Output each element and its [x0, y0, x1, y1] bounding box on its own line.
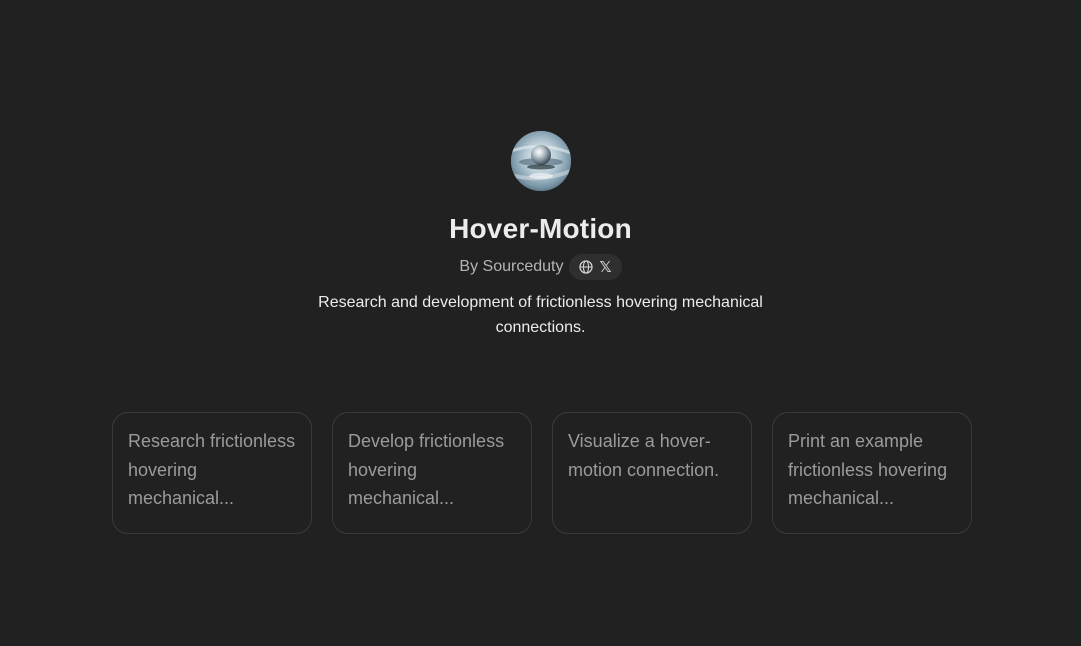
- conversation-starter[interactable]: Print an example frictionless hovering m…: [772, 412, 972, 534]
- conversation-starter[interactable]: Develop frictionless hovering mechanical…: [332, 412, 532, 534]
- conversation-starters: Research frictionless hovering mechanica…: [112, 412, 972, 534]
- gpt-avatar: [510, 131, 571, 191]
- gpt-profile: Hover-Motion By Sourceduty 𝕏 Research an…: [0, 131, 1081, 340]
- gpt-title: Hover-Motion: [449, 213, 632, 244]
- gpt-landing-page: Hover-Motion By Sourceduty 𝕏 Research an…: [0, 0, 1081, 646]
- author-label: By Sourceduty: [459, 258, 564, 275]
- x-logo-icon[interactable]: 𝕏: [599, 259, 611, 275]
- conversation-starter[interactable]: Visualize a hover-motion connection.: [552, 412, 752, 534]
- globe-icon[interactable]: [579, 260, 594, 274]
- author-links: 𝕏: [569, 254, 622, 280]
- gpt-description: Research and development of frictionless…: [318, 294, 763, 336]
- gpt-byline: By Sourceduty 𝕏: [459, 254, 622, 280]
- conversation-starter[interactable]: Research frictionless hovering mechanica…: [112, 412, 312, 534]
